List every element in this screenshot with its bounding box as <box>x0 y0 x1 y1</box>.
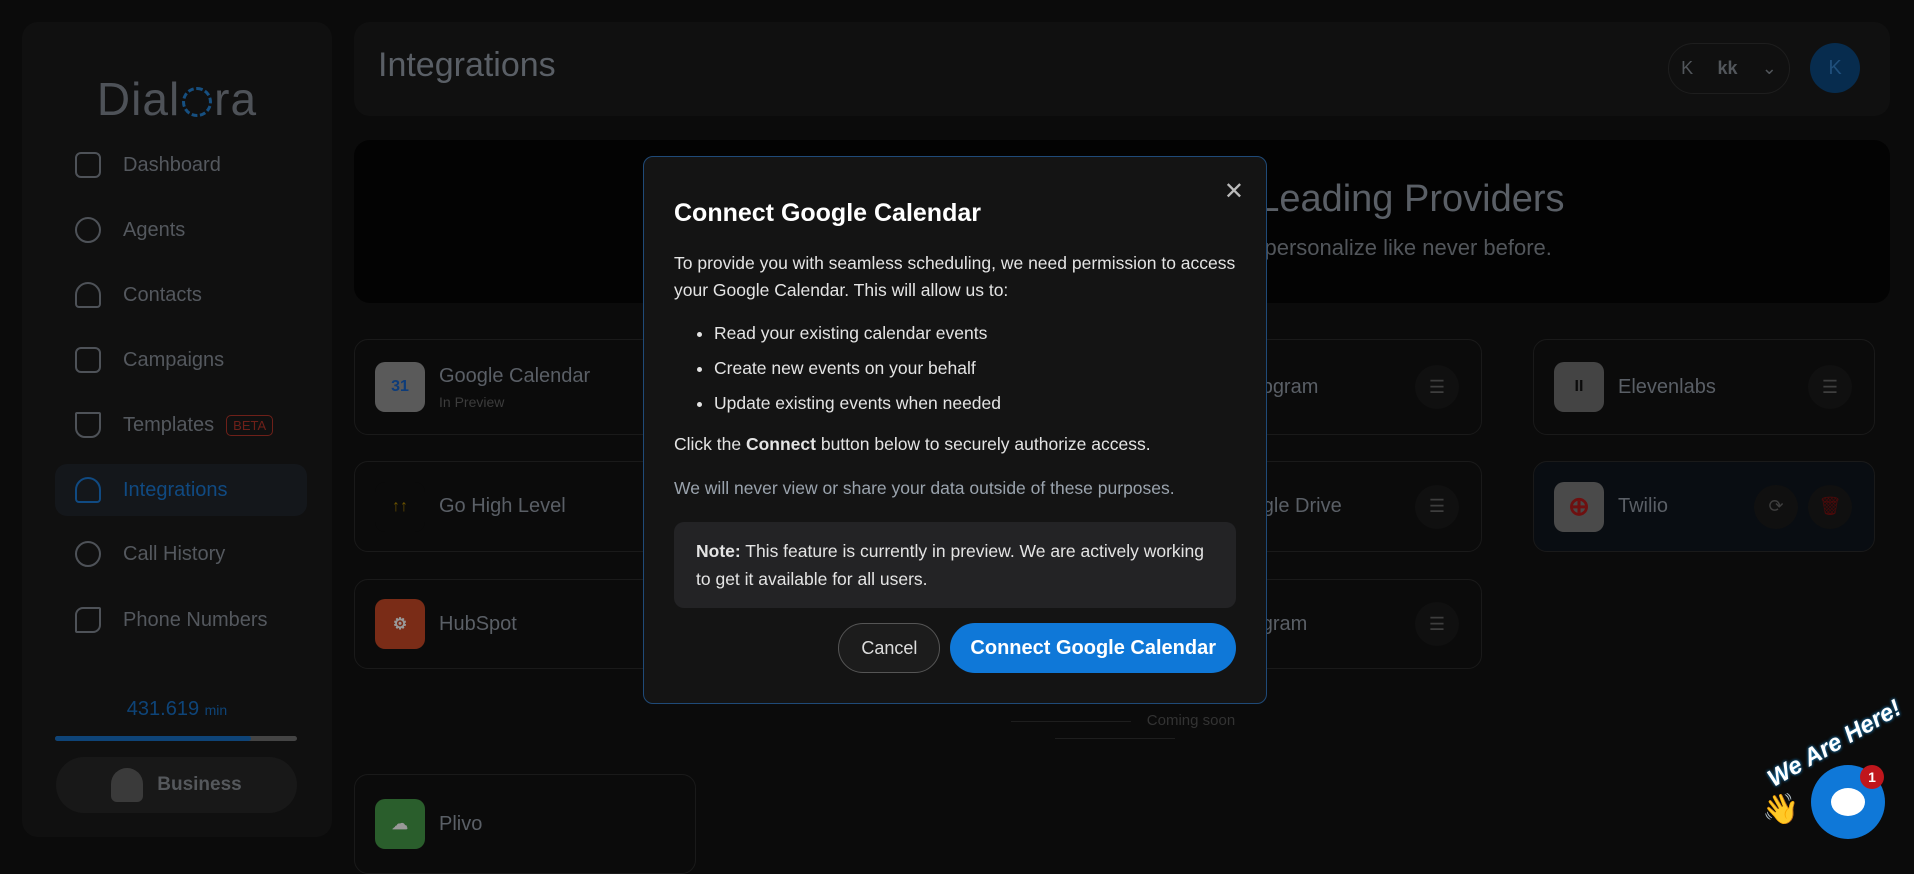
coming-soon-divider: Coming soon <box>925 712 1305 746</box>
permission-list: Read your existing calendar events Creat… <box>714 316 1236 421</box>
sidebar-item-contacts[interactable]: Contacts <box>55 269 307 321</box>
headset-icon <box>75 217 101 243</box>
sidebar-item-campaigns[interactable]: Campaigns <box>55 334 307 386</box>
connect-google-calendar-dialog: ✕ Connect Google Calendar To provide you… <box>643 156 1267 704</box>
user-icon <box>111 768 144 802</box>
grid-icon <box>75 152 101 178</box>
card-name: Twilio <box>1618 495 1669 517</box>
minutes-progress <box>55 736 297 741</box>
integration-card-twilio[interactable]: ⊕ Twilio ⟳ 🗑 <box>1533 461 1875 552</box>
waving-hand-icon: 👋 <box>1762 793 1800 826</box>
plug-icon <box>75 477 101 503</box>
cancel-button[interactable]: Cancel <box>838 623 941 673</box>
google-calendar-icon: 31 <box>375 362 425 412</box>
dialog-title: Connect Google Calendar <box>674 199 981 227</box>
refresh-icon[interactable]: ⟳ <box>1754 484 1798 529</box>
chat-bubble-icon <box>1831 788 1865 816</box>
privacy-text: We will never view or share your data ou… <box>674 478 1175 498</box>
card-name: Plivo <box>439 812 483 835</box>
twilio-icon: ⊕ <box>1554 481 1604 532</box>
sidebar-item-integrations[interactable]: Integrations <box>55 464 307 516</box>
sidebar-item-agents[interactable]: Agents <box>55 204 307 256</box>
workspace-name: kk <box>1717 58 1738 78</box>
logo: Dial ra <box>96 73 258 125</box>
workspace-selector[interactable]: Kkk ⌄ <box>1668 43 1790 94</box>
instruction-bold: Connect <box>745 434 816 454</box>
page-title: Integrations <box>378 46 556 84</box>
avatar[interactable]: K <box>1810 43 1860 93</box>
hubspot-icon: ⚙ <box>375 599 425 649</box>
phone-icon <box>75 607 101 633</box>
sidebar-item-phone-numbers[interactable]: Phone Numbers <box>55 594 307 646</box>
permission-item: Read your existing calendar events <box>714 316 1236 351</box>
settings-sliders-icon[interactable]: ☰ <box>1415 484 1459 529</box>
chevron-down-icon: ⌄ <box>1761 58 1777 78</box>
dialog-intro: To provide you with seamless scheduling,… <box>674 253 1236 300</box>
beta-badge: BETA <box>226 414 274 436</box>
trash-icon[interactable]: 🗑 <box>1808 484 1852 529</box>
card-name: Google Calendar <box>439 364 591 387</box>
instruction-text: button below to securely authorize acces… <box>815 434 1151 454</box>
instruction-text: Click the <box>674 434 746 454</box>
header <box>354 22 1890 116</box>
integration-card-plivo[interactable]: ☁ Plivo <box>354 774 696 874</box>
sidebar-item-call-history[interactable]: Call History <box>55 528 307 580</box>
user-icon <box>75 282 101 308</box>
note-label: Note: <box>696 541 741 561</box>
elevenlabs-icon: II <box>1554 362 1604 412</box>
connect-google-calendar-button[interactable]: Connect Google Calendar <box>950 623 1236 673</box>
connect-instruction: Click the Connect button below to secure… <box>674 431 1236 458</box>
history-icon <box>75 541 101 567</box>
plan-label: Business <box>157 774 242 795</box>
card-name: Elevenlabs <box>1618 375 1716 398</box>
sidebar-item-dashboard[interactable]: Dashboard <box>55 139 307 191</box>
permission-item: Create new events on your behalf <box>714 351 1236 386</box>
integration-card-elevenlabs[interactable]: II Elevenlabs ☰ <box>1533 339 1875 435</box>
plan-button[interactable]: Business <box>56 757 297 813</box>
minutes-unit: min <box>204 702 228 718</box>
template-icon <box>75 412 101 438</box>
card-status: In Preview <box>439 393 505 410</box>
settings-sliders-icon[interactable]: ☰ <box>1415 602 1459 646</box>
minutes-progress-fill <box>55 736 252 741</box>
calendar-icon <box>75 347 101 373</box>
minutes-value: 431.619 <box>126 698 200 720</box>
minutes-balance: 431.619 min <box>22 698 332 721</box>
settings-sliders-icon[interactable]: ☰ <box>1415 365 1459 409</box>
card-name: Go High Level <box>439 495 566 517</box>
sidebar-item-templates[interactable]: Templates BETA <box>55 399 307 451</box>
preview-note: Note: This feature is currently in previ… <box>674 522 1236 608</box>
close-icon[interactable]: ✕ <box>1224 177 1244 206</box>
plivo-icon: ☁ <box>375 799 425 849</box>
note-text: This feature is currently in preview. We… <box>696 541 1205 589</box>
workspace-initial: K <box>1681 58 1694 78</box>
card-name: HubSpot <box>439 612 517 635</box>
settings-sliders-icon[interactable]: ☰ <box>1808 365 1852 409</box>
chat-unread-badge: 1 <box>1860 765 1884 789</box>
permission-item: Update existing events when needed <box>714 386 1236 421</box>
gohighlevel-icon: ↑↑ <box>375 481 425 532</box>
